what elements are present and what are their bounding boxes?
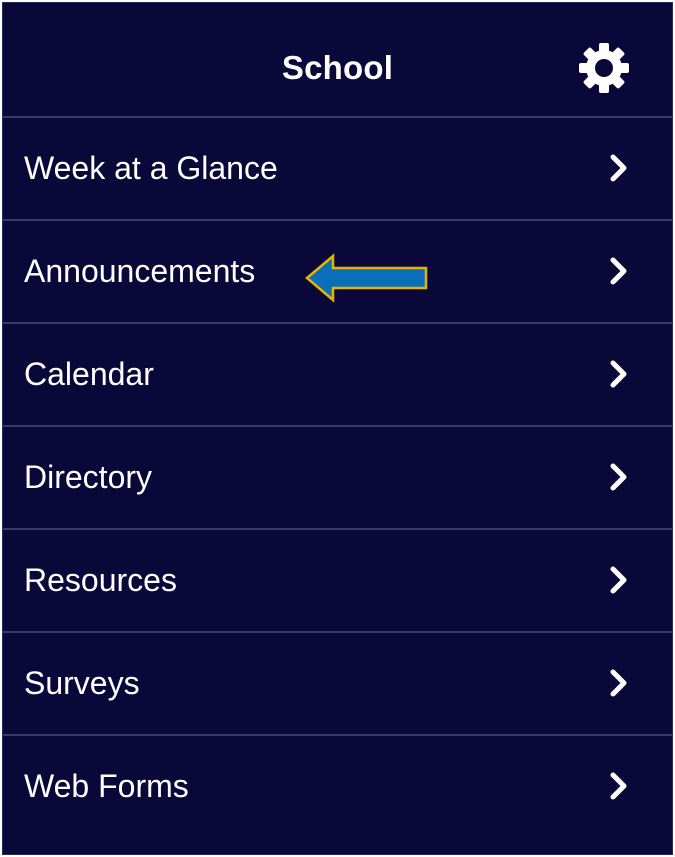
menu-item-surveys[interactable]: Surveys [3,631,672,734]
menu-item-label: Surveys [24,665,140,701]
school-screen: School Week at a Glance Announcements Ca… [2,2,673,855]
chevron-right-icon [610,566,627,594]
menu-item-label: Week at a Glance [24,150,278,186]
gear-icon[interactable] [576,40,632,96]
header-bar: School [3,3,672,116]
chevron-right-icon [610,154,627,182]
menu-list: Week at a Glance Announcements Calendar … [3,116,672,837]
menu-item-calendar[interactable]: Calendar [3,322,672,425]
menu-item-label: Directory [24,459,153,495]
chevron-right-icon [610,669,627,697]
chevron-right-icon [610,360,627,388]
page-title: School [281,49,394,86]
menu-item-web-forms[interactable]: Web Forms [3,734,672,837]
menu-item-label: Calendar [24,356,154,392]
menu-item-label: Resources [24,562,177,598]
menu-item-label: Announcements [24,253,256,289]
menu-item-directory[interactable]: Directory [3,425,672,528]
menu-item-week-at-a-glance[interactable]: Week at a Glance [3,116,672,219]
chevron-right-icon [610,257,627,285]
chevron-right-icon [610,463,627,491]
menu-item-label: Web Forms [24,768,189,804]
left-arrow-annotation-icon [305,253,428,303]
chevron-right-icon [610,772,627,800]
menu-item-resources[interactable]: Resources [3,528,672,631]
